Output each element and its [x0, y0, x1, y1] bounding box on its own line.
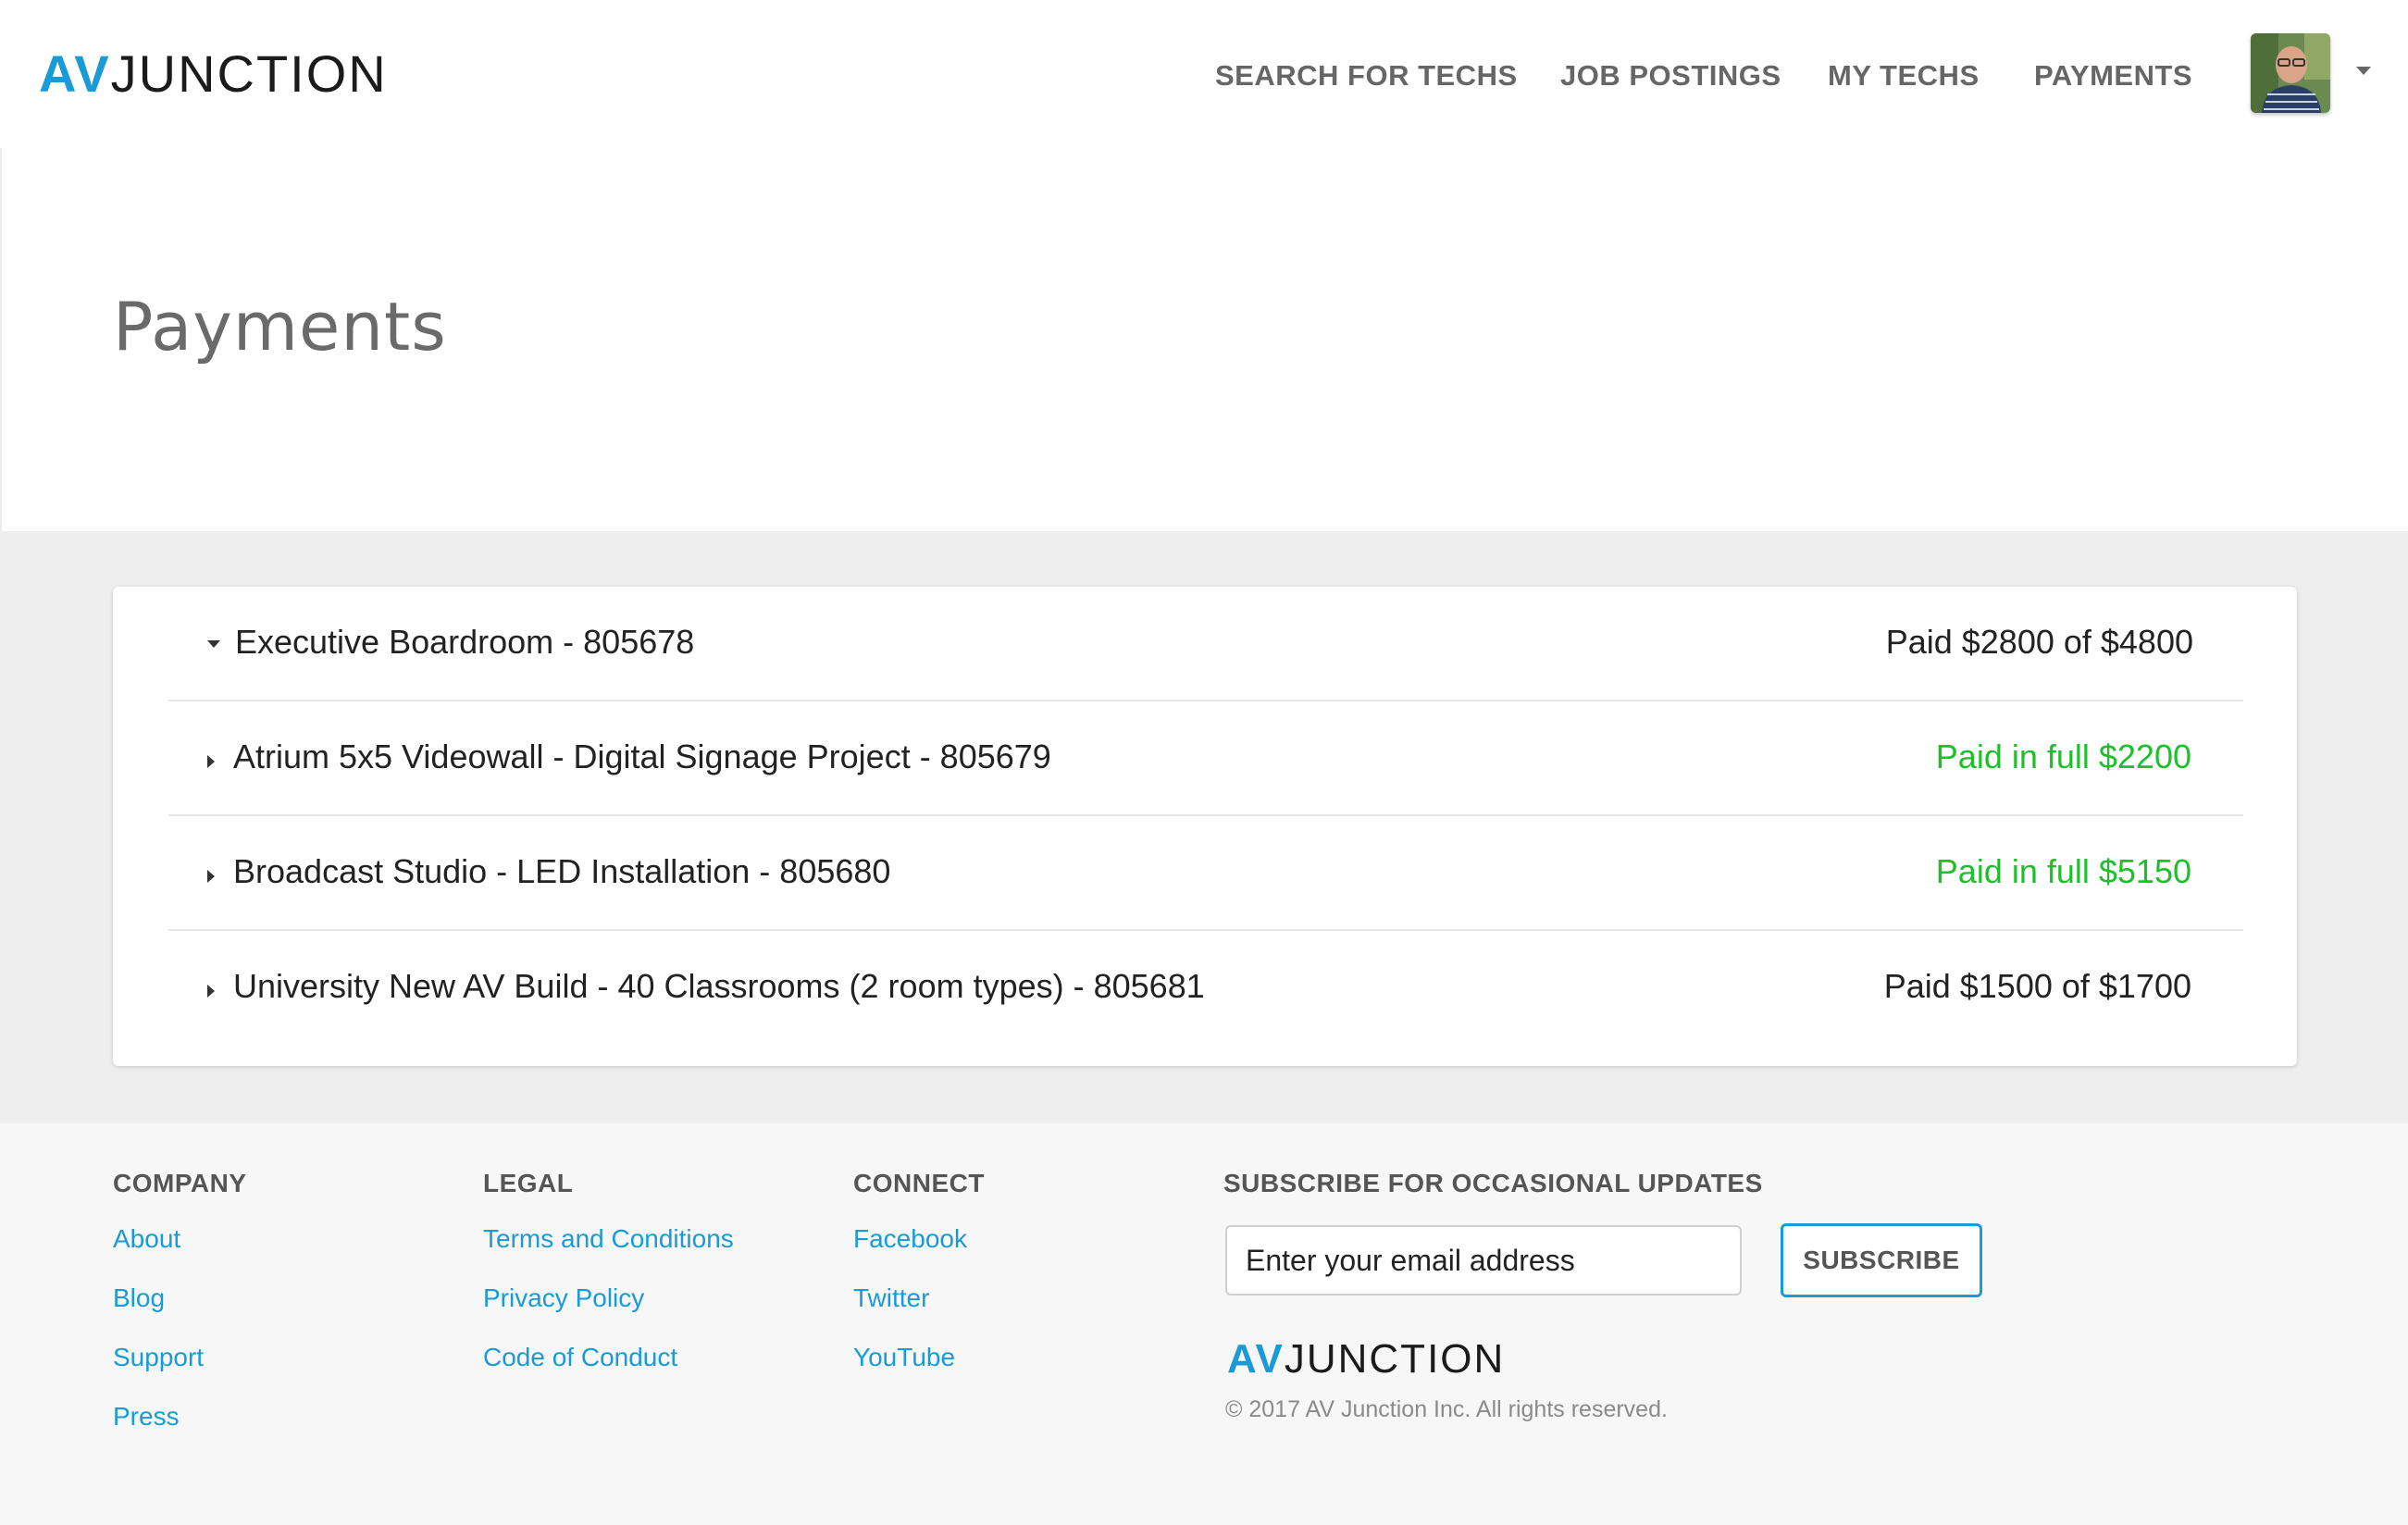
footer-logo[interactable]: AVJUNCTION	[1227, 1336, 1505, 1382]
payment-project-title: University New AV Build - 40 Classrooms …	[233, 967, 1205, 1005]
nav-payments[interactable]: PAYMENTS	[2034, 56, 2192, 96]
logo-text: JUNCTION	[110, 44, 388, 103]
user-avatar-photo	[2251, 33, 2330, 113]
nav-my-techs[interactable]: MY TECHS	[1828, 56, 1980, 96]
payment-row[interactable]: Atrium 5x5 Videowall - Digital Signage P…	[168, 701, 2243, 816]
user-avatar[interactable]	[2251, 33, 2330, 113]
footer-link-code-of-conduct[interactable]: Code of Conduct	[483, 1342, 734, 1373]
footer-company-column: COMPANY About Blog Support Press	[113, 1168, 247, 1432]
footer-link-support[interactable]: Support	[113, 1342, 247, 1373]
subscribe-button[interactable]: SUBSCRIBE	[1781, 1223, 1982, 1297]
footer-heading: COMPANY	[113, 1169, 247, 1197]
payment-row[interactable]: Broadcast Studio - LED Installation - 80…	[168, 816, 2243, 931]
caret-down-icon[interactable]	[2356, 67, 2371, 75]
payment-status: Paid in full $5150	[1935, 852, 2191, 890]
caret-right-icon[interactable]	[207, 985, 215, 998]
footer: COMPANY About Blog Support Press LEGAL T…	[0, 1123, 2408, 1525]
footer-link-press[interactable]: Press	[113, 1401, 247, 1432]
caret-down-icon[interactable]	[207, 640, 220, 648]
payment-row[interactable]: University New AV Build - 40 Classrooms …	[168, 931, 2243, 1046]
caret-right-icon[interactable]	[207, 870, 215, 883]
payment-project-title: Broadcast Studio - LED Installation - 80…	[233, 852, 891, 890]
av-junction-logo[interactable]: AVJUNCTION	[39, 46, 388, 102]
copyright-text: © 2017 AV Junction Inc. All rights reser…	[1225, 1396, 1668, 1422]
footer-heading: LEGAL	[483, 1169, 574, 1197]
payment-project-title: Atrium 5x5 Videowall - Digital Signage P…	[233, 738, 1051, 775]
logo-accent: AV	[1227, 1336, 1285, 1382]
footer-link-about[interactable]: About	[113, 1223, 247, 1255]
footer-heading: CONNECT	[853, 1169, 985, 1197]
footer-legal-column: LEGAL Terms and Conditions Privacy Polic…	[483, 1168, 734, 1373]
footer-link-twitter[interactable]: Twitter	[853, 1283, 985, 1314]
footer-subscribe-column: SUBSCRIBE FOR OCCASIONAL UPDATES	[1223, 1168, 1763, 1199]
payment-project-title: Executive Boardroom - 805678	[235, 623, 695, 661]
payment-row[interactable]: Executive Boardroom - 805678 Paid $2800 …	[168, 587, 2243, 701]
logo-accent: AV	[39, 44, 111, 103]
footer-link-privacy[interactable]: Privacy Policy	[483, 1283, 734, 1314]
footer-link-facebook[interactable]: Facebook	[853, 1223, 985, 1255]
footer-link-blog[interactable]: Blog	[113, 1283, 247, 1314]
payment-status: Paid $2800 of $4800	[1885, 623, 2193, 661]
footer-heading: SUBSCRIBE FOR OCCASIONAL UPDATES	[1223, 1169, 1763, 1197]
caret-right-icon[interactable]	[207, 755, 215, 768]
payments-card: Executive Boardroom - 805678 Paid $2800 …	[113, 587, 2297, 1066]
nav-job-postings[interactable]: JOB POSTINGS	[1560, 56, 1781, 96]
top-navbar: AVJUNCTION SEARCH FOR TECHS JOB POSTINGS…	[0, 0, 2408, 148]
payment-status: Paid in full $2200	[1935, 738, 2191, 775]
footer-link-youtube[interactable]: YouTube	[853, 1342, 985, 1373]
payment-status: Paid $1500 of $1700	[1883, 967, 2191, 1005]
page-title: Payments	[113, 288, 447, 366]
logo-text: JUNCTION	[1284, 1336, 1506, 1382]
nav-search-for-techs[interactable]: SEARCH FOR TECHS	[1215, 56, 1518, 96]
footer-link-terms[interactable]: Terms and Conditions	[483, 1223, 734, 1255]
email-input[interactable]	[1225, 1225, 1742, 1296]
footer-connect-column: CONNECT Facebook Twitter YouTube	[853, 1168, 985, 1373]
